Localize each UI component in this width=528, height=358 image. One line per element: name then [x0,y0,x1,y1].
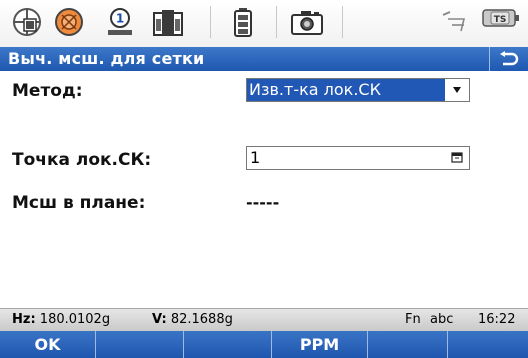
title-bar: Выч. мсш. для сетки [0,47,528,71]
method-label: Метод: [12,81,83,101]
method-dropdown[interactable]: Изв.т-ка лок.СК [246,78,470,102]
battery-icon [230,7,256,37]
measure-mode-icon[interactable] [10,7,44,37]
input-mode-indicator: abc [430,312,454,327]
line-tool-icon[interactable] [438,7,472,37]
v-readout: V: 82.1688g [152,312,233,327]
softkey-f5[interactable] [368,331,448,358]
softkey-bar: OK PPM [0,331,528,358]
icon-bar: 1 TS [0,0,528,47]
fn-indicator: Fn [405,312,421,327]
prism-icon[interactable] [52,7,86,37]
hz-readout: Hz: 180.0102g [12,312,110,327]
hz-value: 180.0102g [39,312,111,327]
v-label: V: [152,312,167,327]
grid-scale-value: ----- [246,193,280,212]
page-title: Выч. мсш. для сетки [8,49,205,68]
local-point-field[interactable]: 1 [246,146,470,170]
clock: 16:22 [478,312,516,327]
hz-label: Hz: [12,312,36,327]
softkey-ok[interactable]: OK [0,331,96,358]
compensator-icon[interactable] [150,7,186,37]
status-bar: Hz: 180.0102g V: 82.1688g Fn abc 16:22 [0,308,528,331]
screen: 1 TS Выч. мсш. для сетки Метод: Изв.т-ка… [0,0,528,358]
ts-label: TS [494,15,507,25]
local-point-label: Точка лок.СК: [12,150,152,170]
softkey-f3[interactable] [184,331,272,358]
softkey-f6[interactable] [448,331,528,358]
local-point-value: 1 [250,148,261,167]
ts-icon: TS [482,8,520,28]
back-arrow-icon [500,51,519,66]
point-list-icon[interactable] [451,152,463,163]
chevron-down-icon [453,87,461,93]
grid-scale-label: Мсш в плане: [12,193,146,213]
target-icon[interactable]: 1 [104,7,136,37]
method-value: Изв.т-ка лок.СК [247,79,445,101]
camera-icon[interactable] [290,7,324,37]
v-value: 82.1688g [170,312,233,327]
svg-text:1: 1 [116,12,124,26]
softkey-f2[interactable] [96,331,184,358]
softkey-ppm[interactable]: PPM [272,331,368,358]
back-button[interactable] [489,47,528,71]
